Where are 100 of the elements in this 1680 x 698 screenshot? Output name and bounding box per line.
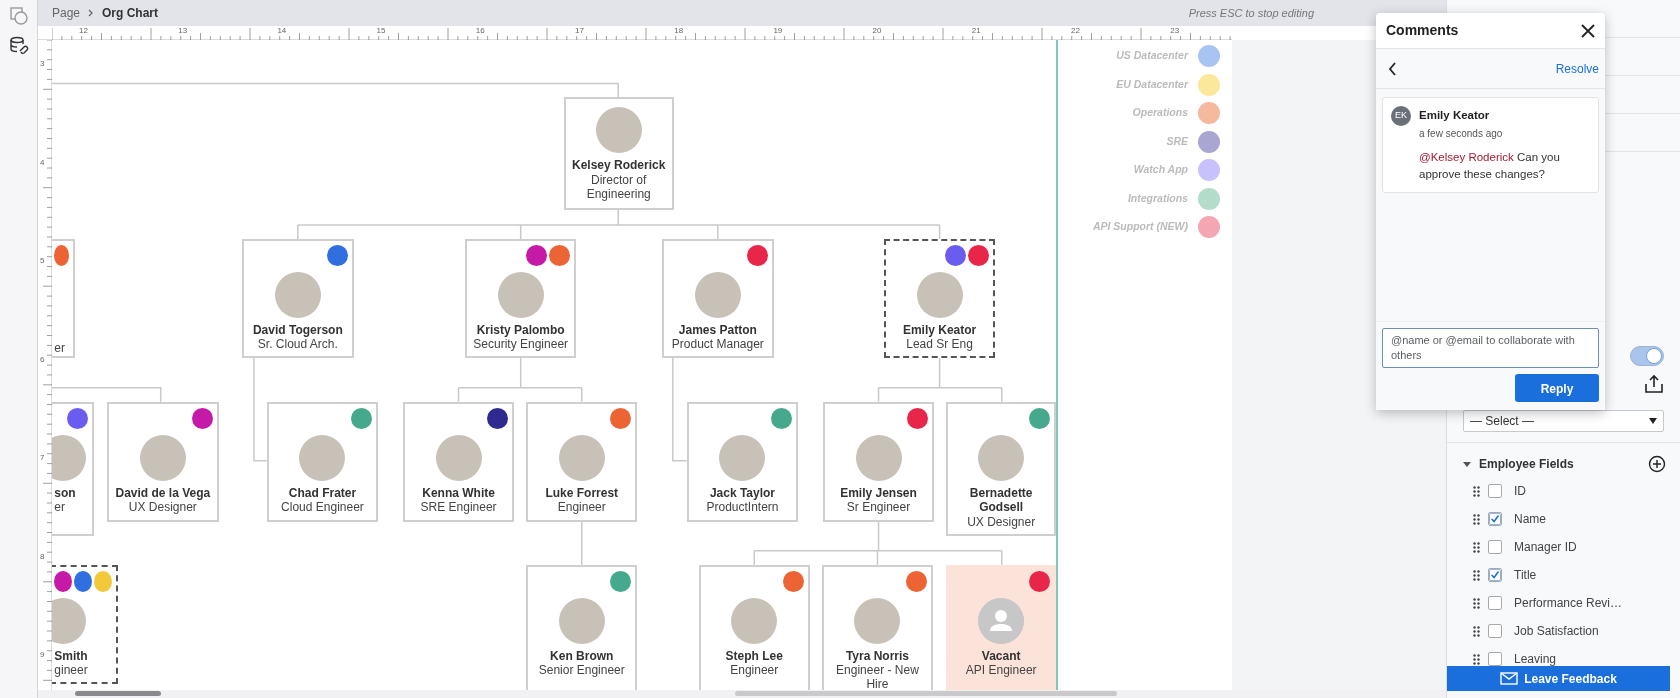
- checkbox[interactable]: [1488, 512, 1502, 526]
- shapes-icon[interactable]: [8, 6, 29, 26]
- checkbox[interactable]: [1488, 540, 1502, 554]
- comment-text: @Kelsey Roderick Can you approve these changes?: [1419, 150, 1561, 182]
- employee-name: Kristy Palombo: [476, 322, 565, 338]
- employee-card[interactable]: er: [52, 238, 75, 358]
- employee-name: Emily Jensen: [840, 485, 917, 501]
- employee-title: Engineer: [557, 500, 606, 515]
- employee-title: Engineer - New Hire: [835, 663, 920, 690]
- ruler-number: 18: [674, 27, 684, 35]
- employee-card[interactable]: Steph Lee Engineer: [698, 564, 810, 690]
- employee-title: Cloud Engineer: [281, 500, 364, 515]
- employee-title: Sr Engineer: [846, 500, 911, 515]
- employee-name: Bernadette Godsell: [968, 485, 1034, 515]
- employee-name: Luke Forrest: [545, 485, 619, 501]
- employee-card[interactable]: David Togerson Sr. Cloud Arch.: [242, 238, 354, 358]
- ruler-number: 16: [475, 27, 485, 35]
- employee-title: API Engineer: [965, 663, 1037, 678]
- comment-input[interactable]: @name or @email to collaborate with others: [1382, 328, 1599, 368]
- employee-card[interactable]: Emily Jensen Sr Engineer: [822, 401, 935, 522]
- employee-title: Product Manager: [671, 337, 764, 352]
- scrollbar-thumb[interactable]: [75, 691, 161, 696]
- field-label: Manager ID: [1514, 539, 1577, 556]
- breadcrumb-link[interactable]: Page: [52, 4, 81, 22]
- drag-handle-icon[interactable]: [1473, 541, 1480, 553]
- employee-card[interactable]: Emily Keator Lead Sr Eng: [883, 238, 996, 358]
- ruler-number: 22: [1071, 27, 1080, 35]
- mail-icon: [1500, 672, 1519, 685]
- field-label: ID: [1514, 483, 1526, 500]
- vacant-position-card[interactable]: Vacant API Engineer: [946, 564, 1057, 690]
- drag-handle-icon[interactable]: [1473, 485, 1480, 497]
- employee-card[interactable]: Kelsey Roderick Director of Engineering: [563, 97, 674, 210]
- ruler-number: 20: [872, 27, 882, 35]
- leave-feedback-button[interactable]: Leave Feedback: [1447, 666, 1670, 691]
- ruler-number: 3: [40, 60, 45, 68]
- close-icon[interactable]: [1581, 23, 1595, 38]
- drag-handle-icon[interactable]: [1473, 653, 1480, 665]
- drag-handle-icon[interactable]: [1473, 513, 1480, 525]
- ruler-number: 7: [40, 454, 45, 462]
- legend-label: Watch App: [1133, 162, 1188, 178]
- legend-label: US Datacenter: [1116, 48, 1188, 64]
- legend-label: Operations: [1132, 105, 1188, 121]
- field-label: Leaving: [1514, 651, 1557, 668]
- checkbox[interactable]: [1488, 596, 1502, 610]
- checkbox[interactable]: [1488, 484, 1502, 498]
- breadcrumb-link[interactable]: Org Chart: [102, 4, 159, 22]
- legend-label: SRE: [1166, 133, 1188, 149]
- field-label: Title: [1514, 567, 1537, 584]
- checkbox[interactable]: [1488, 652, 1502, 666]
- drag-handle-icon[interactable]: [1473, 597, 1480, 609]
- back-icon[interactable]: [1388, 61, 1397, 76]
- employee-card[interactable]: Jack Taylor ProductIntern: [686, 401, 799, 522]
- checkbox[interactable]: [1488, 568, 1502, 582]
- employee-card[interactable]: Ken Brown Senior Engineer: [526, 564, 638, 690]
- employee-title: Senior Engineer: [538, 663, 625, 678]
- resolve-link[interactable]: Resolve: [1555, 59, 1599, 78]
- ruler-number: 23: [1170, 27, 1180, 35]
- field-label: Performance Revi…: [1514, 595, 1623, 612]
- employee-name: Kenna White: [422, 485, 495, 501]
- database-link-icon[interactable]: [8, 36, 29, 56]
- drag-handle-icon[interactable]: [1473, 625, 1480, 637]
- employee-name: Vacant: [981, 648, 1021, 663]
- employee-title: gineer: [54, 663, 88, 678]
- employee-card[interactable]: David de la Vega UX Designer: [107, 401, 219, 522]
- add-circle-icon[interactable]: [1648, 455, 1666, 473]
- employee-card[interactable]: Kristy Palombo Security Engineer: [465, 238, 577, 358]
- ruler-number: 12: [79, 27, 88, 35]
- ruler-number: 6: [40, 355, 45, 364]
- employee-card[interactable]: Chad Frater Cloud Engineer: [266, 401, 379, 522]
- employee-name: Smith: [54, 648, 88, 663]
- share-icon[interactable]: [1643, 374, 1665, 394]
- ruler-number: 13: [178, 27, 188, 35]
- employee-name: Tyra Norris: [845, 648, 910, 663]
- toggle-switch[interactable]: [1630, 346, 1664, 366]
- ruler-number: 5: [40, 257, 45, 265]
- scrollbar-thumb[interactable]: [735, 691, 1117, 696]
- employee-card[interactable]: Kenna White SRE Engineer: [402, 401, 515, 522]
- ruler-number: 4: [40, 158, 45, 167]
- drag-handle-icon[interactable]: [1473, 569, 1480, 581]
- employee-name: Emily Keator: [902, 322, 977, 338]
- expand-caret-icon[interactable]: [1463, 460, 1471, 468]
- employee-title: Sr. Cloud Arch.: [257, 337, 338, 352]
- employee-card[interactable]: Tyra Norris Engineer - New Hire: [821, 564, 934, 690]
- employee-name: son: [54, 485, 76, 501]
- employee-card[interactable]: Bernadette Godsell UX Designer: [946, 401, 1057, 536]
- avatar-initials: EK: [1391, 106, 1411, 126]
- panel-title: Comments: [1386, 21, 1459, 40]
- employee-card[interactable]: son er: [52, 401, 95, 536]
- legend-label: EU Datacenter: [1116, 76, 1188, 92]
- reply-button[interactable]: Reply: [1515, 374, 1599, 402]
- employee-card[interactable]: James Patton Product Manager: [662, 238, 774, 358]
- employee-name: David de la Vega: [115, 485, 211, 501]
- employee-card[interactable]: Smith gineer: [52, 564, 118, 684]
- checkbox[interactable]: [1488, 624, 1502, 638]
- field-label: Job Satisfaction: [1514, 623, 1599, 640]
- employee-title: SRE Engineer: [420, 500, 497, 515]
- employee-card[interactable]: Luke Forrest Engineer: [526, 401, 638, 522]
- legend-label: Integrations: [1127, 190, 1188, 206]
- comment-time: a few seconds ago: [1419, 127, 1504, 141]
- select-dropdown[interactable]: — Select —: [1463, 410, 1664, 432]
